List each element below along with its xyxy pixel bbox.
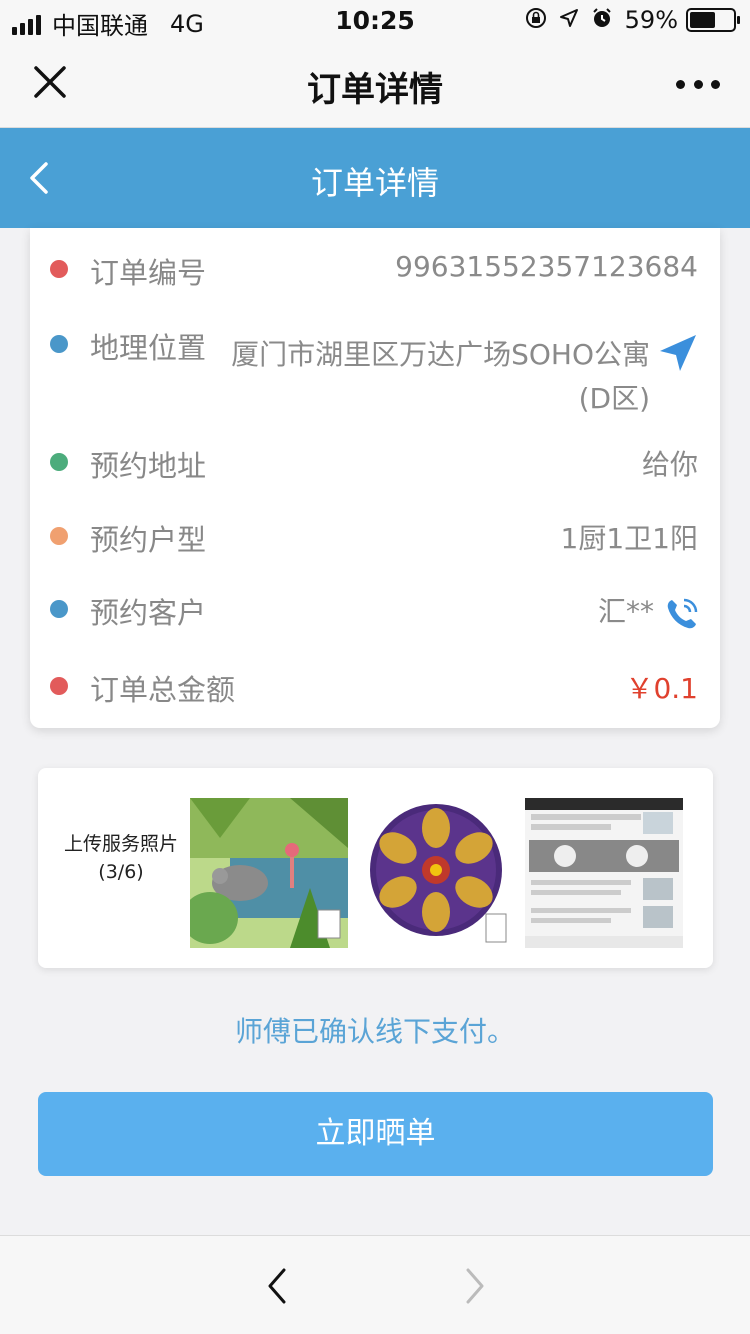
photos-label-text: 上传服务照片 (63, 833, 178, 855)
photo-thumb-mandala[interactable] (368, 798, 526, 948)
navigation-arrow-icon[interactable] (656, 331, 700, 375)
browser-bottom-bar (0, 1235, 750, 1334)
wechat-header: 订单详情 (0, 40, 750, 128)
house-type-label: 预约户型 (90, 523, 207, 557)
status-bar: 中国联通 4G 10:25 59% (0, 0, 750, 40)
customer-value: 汇** (597, 595, 654, 628)
orientation-lock-icon (525, 7, 547, 34)
house-type-dot (50, 527, 68, 545)
payment-confirmed-text: 师傅已确认线下支付。 (234, 1015, 515, 1048)
battery-percent: 59% (624, 6, 678, 34)
photos-label: 上传服务照片 (3/6) (56, 830, 186, 886)
app-nav-bar: 订单详情 (0, 128, 750, 228)
share-order-button[interactable]: 立即晒单 (38, 1092, 713, 1176)
back-chevron-icon[interactable] (262, 1266, 292, 1306)
total-dot (50, 677, 68, 695)
service-photos-card: 上传服务照片 (3/6) (38, 768, 713, 968)
app-nav-title: 订单详情 (310, 164, 439, 202)
forward-chevron-icon[interactable] (460, 1266, 490, 1306)
total-label: 订单总金额 (90, 673, 236, 707)
house-type-value: 1厨1卫1阳 (560, 522, 698, 555)
address-dot (50, 453, 68, 471)
phone-icon[interactable] (662, 594, 702, 634)
photo-thumb-jungle[interactable] (190, 798, 348, 948)
location-icon (559, 8, 579, 33)
location-dot (50, 335, 68, 353)
battery-fill (690, 12, 715, 28)
address-value: 给你 (641, 448, 698, 481)
more-icon[interactable] (676, 64, 720, 104)
order-number-value: 99631552357123684 (395, 250, 698, 283)
location-label: 地理位置 (90, 331, 207, 365)
photo-thumb-chat[interactable] (525, 798, 683, 948)
location-value: 厦门市湖里区万达广场SOHO公寓(D区) (231, 338, 650, 415)
customer-label: 预约客户 (90, 596, 207, 630)
order-number-dot (50, 260, 68, 278)
customer-dot (50, 600, 68, 618)
order-info-card: 订单编号 99631552357123684 地理位置 厦门市湖里区万达广场SO… (30, 228, 720, 728)
battery-icon (686, 8, 740, 32)
address-label: 预约地址 (90, 449, 207, 483)
photos-count: (3/6) (98, 861, 144, 883)
page-title: 订单详情 (307, 70, 443, 110)
status-right: 59% (525, 6, 740, 34)
alarm-icon (591, 7, 613, 34)
order-number-label: 订单编号 (90, 256, 207, 290)
total-value: ￥0.1 (625, 672, 698, 705)
